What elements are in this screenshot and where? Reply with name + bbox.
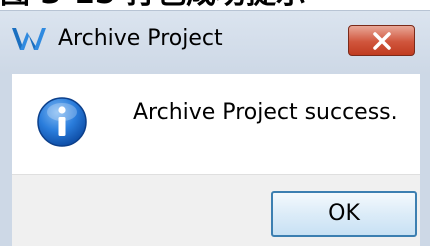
close-button[interactable] (348, 25, 415, 56)
app-logo-icon (10, 24, 48, 54)
dialog-content: Archive Project success. (12, 74, 420, 174)
window-frame-left (0, 74, 12, 246)
dialog-message: Archive Project success. (133, 100, 398, 125)
figure-caption: 图 3-15 打包成功提示 (0, 0, 306, 10)
dialog-window: Archive Project Archive Project success.… (0, 10, 430, 246)
dialog-footer: OK (12, 174, 420, 246)
info-icon (36, 96, 88, 148)
window-frame-right (420, 74, 430, 246)
close-icon (373, 32, 391, 50)
ok-button[interactable]: OK (271, 191, 417, 237)
dialog-title: Archive Project (58, 26, 223, 51)
title-bar[interactable]: Archive Project (0, 10, 430, 74)
